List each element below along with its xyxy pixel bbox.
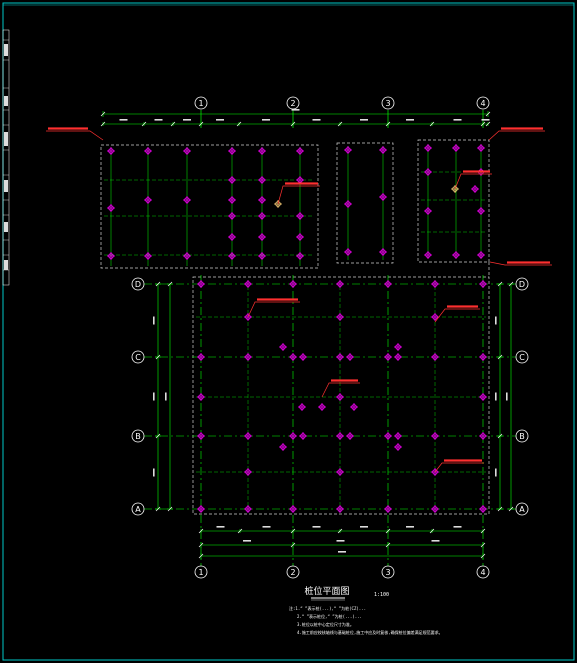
axis-label-3-bottom: 3: [385, 568, 390, 577]
title-block-text-mark-3: [4, 180, 8, 192]
callout-upper-left-special-text-mark: [285, 182, 318, 185]
note-line-1: 注:1.“ ”表示桩(...),“ ”为桩(CZ)...: [289, 605, 366, 611]
dim-bottom-axes-text-mark-1: [336, 540, 345, 542]
dim-top-detail-text-mark-3: [216, 119, 224, 121]
axis-label-3-top: 3: [385, 99, 390, 108]
axis-label-A-right: A: [519, 505, 525, 514]
title-block-text-mark-5: [4, 260, 8, 270]
dim-left-axes-text-mark-0: [153, 316, 155, 325]
callout-main-lower-right-text-mark: [444, 459, 482, 462]
note-line-4: 4.施工前应校核轴线与基础桩位,施工中应及时复核,确保桩位偏差满足规范要求。: [297, 629, 443, 635]
dim-right-axes-text-mark-2: [495, 468, 497, 477]
dim-bottom-detail-text-mark-3: [360, 526, 368, 528]
dim-top-detail-text-mark-2: [183, 119, 191, 121]
axis-label-B-left: B: [135, 432, 141, 441]
dim-top-detail-text-mark-1: [154, 119, 163, 121]
dim-bottom-axes-text-mark-0: [243, 540, 251, 542]
callout-right-connector-text-mark: [507, 261, 550, 264]
callout-upper-right-special-text-mark: [463, 170, 490, 173]
dim-top-detail-text-mark-4: [262, 119, 270, 121]
pile-layout-plan-drawing: 1 2 3 4 1 2 3 4 D C B A D C B A 桩位平面图 1:…: [0, 0, 577, 663]
dim-left-overall-text-mark-0: [165, 392, 167, 401]
axis-label-C-right: C: [519, 353, 525, 362]
title-block-text-mark-0: [4, 44, 8, 56]
callout-upper-left-corner-text-mark: [48, 127, 88, 130]
axis-label-2-top: 2: [290, 99, 295, 108]
dim-top-detail-text-mark-8: [453, 119, 462, 121]
axis-label-D-left: D: [135, 280, 141, 289]
title-block-text-mark-1: [4, 96, 8, 106]
axis-label-2-bottom: 2: [290, 568, 295, 577]
dim-right-axes-text-mark-0: [495, 316, 497, 325]
dim-left-axes-text-mark-1: [153, 392, 155, 401]
dim-bottom-overall-text-mark-0: [338, 551, 346, 553]
dim-right-axes-text-mark-1: [495, 392, 497, 401]
axis-label-1-bottom: 1: [198, 568, 203, 577]
dim-bottom-detail-text-mark-5: [453, 526, 462, 528]
dim-bottom-detail-text-mark-2: [312, 526, 321, 528]
dim-left-axes-text-mark-2: [153, 468, 155, 477]
dim-bottom-axes-text-mark-2: [431, 540, 440, 542]
dim-bottom-detail-text-mark-4: [406, 526, 414, 528]
dim-bottom-detail-text-mark-1: [262, 526, 271, 528]
title-block-text-mark-4: [4, 222, 8, 232]
drawing-title: 桩位平面图: [304, 585, 349, 597]
callout-main-upper-left-text-mark: [257, 298, 298, 301]
dim-top-detail-text-mark-0: [119, 119, 128, 121]
dim-top-detail-text-mark-9: [481, 119, 490, 121]
axis-label-1-top: 1: [198, 99, 203, 108]
callout-upper-right-corner-text-mark: [501, 127, 543, 130]
note-line-3: 3.桩位以桩中心定位尺寸为准。: [297, 621, 354, 627]
callout-main-upper-right-text-mark: [447, 305, 478, 308]
dim-top-detail-text-mark-7: [406, 119, 414, 121]
dim-bottom-detail-text-mark-0: [216, 526, 225, 528]
note-line-2: 2.“ ”表示桩位,“ ”为桩(...)...: [297, 613, 362, 619]
axis-label-B-right: B: [519, 432, 525, 441]
callout-main-center-text-mark: [331, 379, 358, 382]
axis-label-C-left: C: [135, 353, 141, 362]
axis-label-4-bottom: 4: [480, 568, 485, 577]
dim-right-overall-text-mark-0: [506, 392, 508, 401]
axis-label-D-right: D: [519, 280, 525, 289]
title-block-text-mark-2: [4, 132, 8, 146]
drawing-scale: 1:100: [374, 592, 389, 598]
dim-top-detail-text-mark-6: [360, 119, 368, 121]
axis-label-A-left: A: [135, 505, 141, 514]
axis-label-4-top: 4: [480, 99, 485, 108]
dim-top-detail-text-mark-5: [312, 119, 321, 121]
